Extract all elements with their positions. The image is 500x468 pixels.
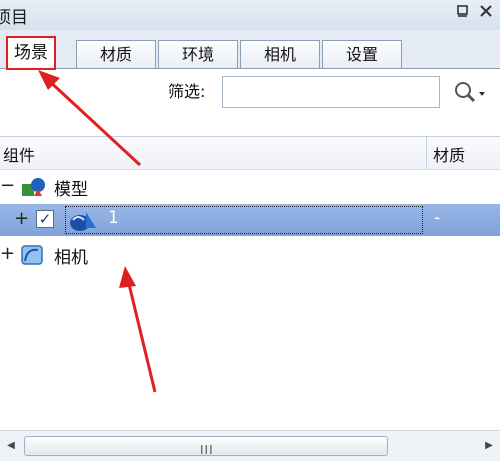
visibility-checkbox[interactable]: ✓	[36, 210, 54, 228]
panel-title: 项目	[0, 8, 28, 28]
scroll-left-icon[interactable]: ◀	[4, 437, 18, 455]
column-component[interactable]: 组件	[3, 142, 35, 166]
tab-bar: 场景 材质 环境 相机 设置	[0, 30, 500, 70]
tab-scene[interactable]: 场景	[6, 36, 56, 70]
tab-camera[interactable]: 相机	[240, 40, 320, 68]
pin-icon[interactable]	[453, 4, 473, 24]
collapse-toggle[interactable]: −	[0, 172, 15, 200]
tab-settings[interactable]: 设置	[322, 40, 402, 68]
close-icon[interactable]	[476, 4, 496, 24]
tree-row-model[interactable]: − 模型	[0, 172, 500, 202]
scrollbar-grip: III	[200, 443, 214, 457]
panel-titlebar: 项目	[0, 0, 500, 31]
filter-label: 筛选:	[168, 82, 206, 101]
tab-environment[interactable]: 环境	[158, 40, 238, 68]
model-icon	[20, 176, 48, 202]
scroll-right-icon[interactable]: ▶	[482, 437, 496, 455]
expand-toggle[interactable]: +	[14, 205, 29, 233]
tree-item-label: 模型	[54, 180, 88, 200]
camera-icon	[18, 244, 46, 270]
column-divider[interactable]	[426, 137, 427, 169]
tree-header: 组件 材质	[0, 136, 500, 170]
horizontal-scrollbar[interactable]: ◀ ▶	[0, 430, 500, 461]
material-value: -	[434, 208, 441, 228]
filter-input[interactable]	[222, 76, 440, 108]
search-icon[interactable]	[452, 80, 488, 104]
expand-toggle[interactable]: +	[0, 240, 15, 268]
tab-material[interactable]: 材质	[76, 40, 156, 68]
tree-row-camera[interactable]: + 相机	[0, 240, 500, 270]
tree-item-label: 1	[108, 208, 119, 228]
part-icon	[68, 208, 102, 236]
tree-item-label: 相机	[54, 248, 88, 268]
column-material[interactable]: 材质	[433, 142, 465, 166]
